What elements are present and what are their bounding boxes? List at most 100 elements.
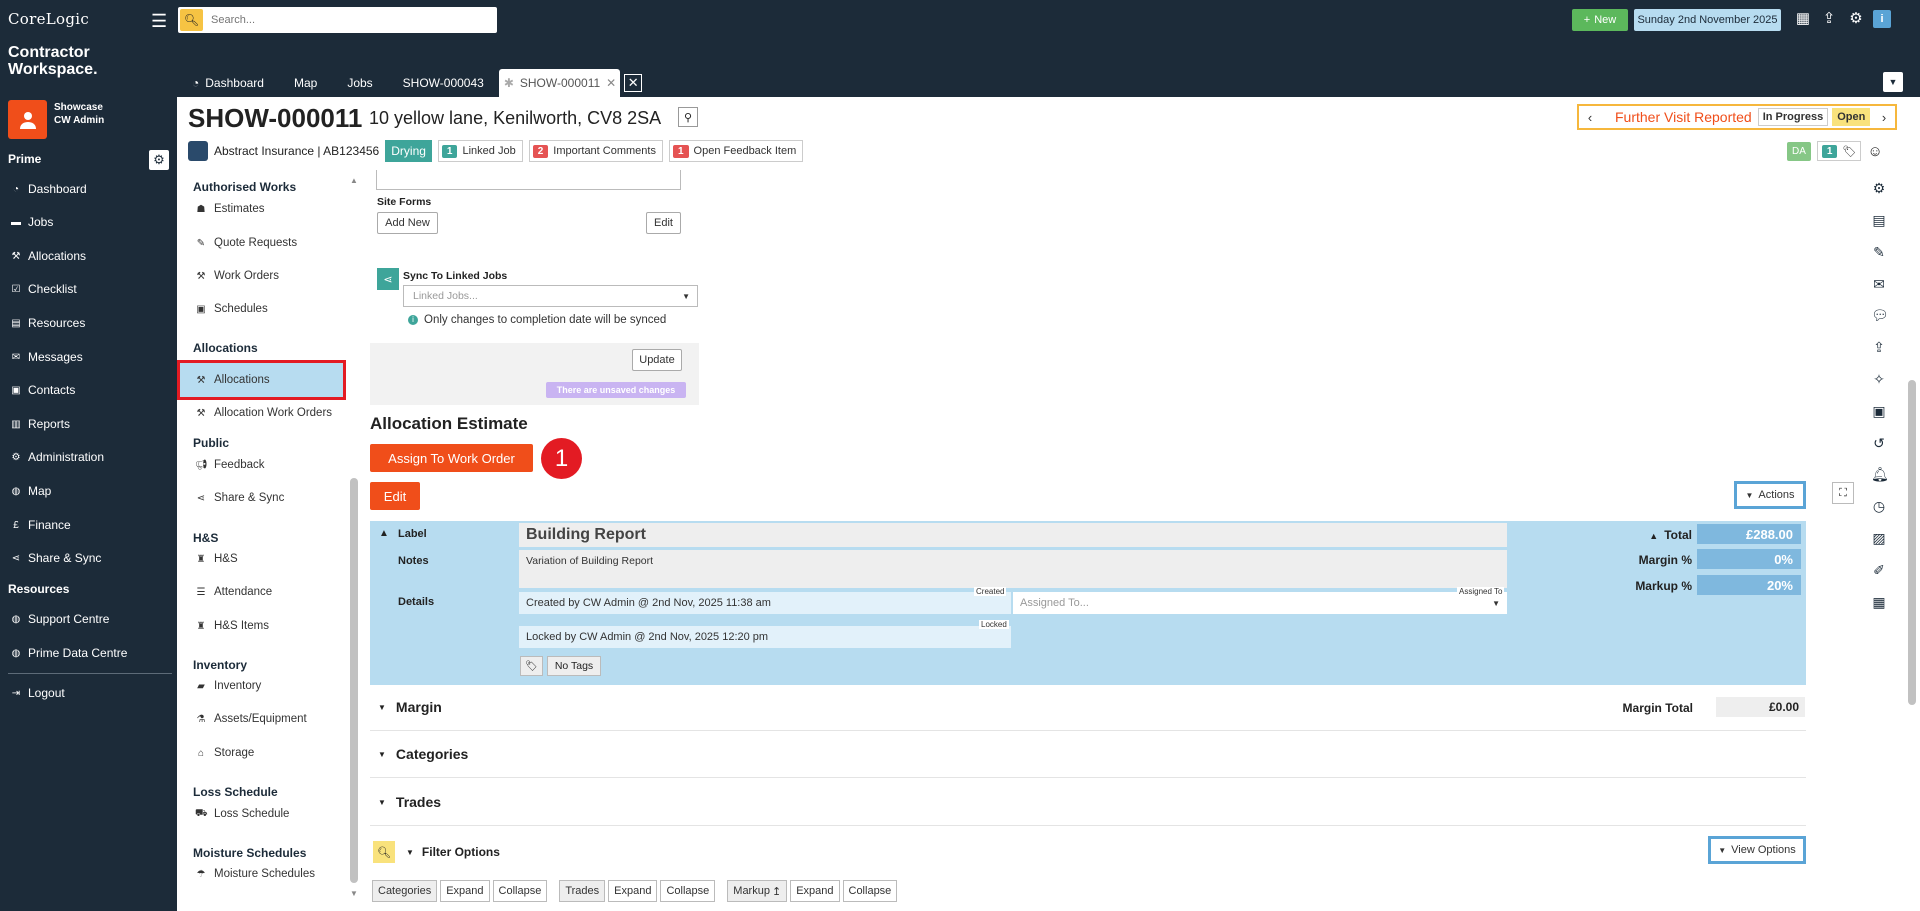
- subnav-item-allocations[interactable]: ⚒ Allocations: [177, 360, 346, 400]
- settings-gear-icon[interactable]: ⚙: [1871, 180, 1887, 196]
- subnav-item-estimates[interactable]: ☗ Estimates: [186, 195, 344, 223]
- subnav-item-share-sync[interactable]: ⋖ Share & Sync: [186, 484, 344, 512]
- label-field[interactable]: Building Report: [519, 523, 1507, 547]
- fullscreen-icon[interactable]: ⛶: [1832, 482, 1854, 504]
- tab-show-000043[interactable]: SHOW-000043: [388, 69, 499, 97]
- smiley-icon[interactable]: ☺: [1867, 143, 1882, 160]
- open-feedback-chip[interactable]: 1 Open Feedback Item: [668, 140, 804, 162]
- actions-dropdown[interactable]: ▼ Actions: [1734, 481, 1806, 509]
- collapse-caret-up-icon[interactable]: ▲: [379, 528, 389, 539]
- sidebar-item-logout[interactable]: ⇥ Logout: [0, 680, 177, 706]
- assigned-to-select[interactable]: Assigned To... ▼: [1013, 592, 1507, 614]
- info-icon[interactable]: i: [1873, 10, 1891, 28]
- user-initials-badge[interactable]: DA: [1787, 141, 1811, 161]
- next-status-chevron-icon[interactable]: ›: [1873, 106, 1895, 128]
- calendar-icon[interactable]: ▦: [1794, 10, 1812, 28]
- subnav-item-hs[interactable]: ♜ H&S: [186, 545, 344, 573]
- comments-icon[interactable]: 💬︎: [1871, 307, 1889, 323]
- sidebar-item-allocations[interactable]: ⚒ Allocations: [0, 243, 177, 269]
- settings-gear-icon[interactable]: ⚙: [1847, 10, 1865, 28]
- tab-close-icon[interactable]: ✕: [606, 76, 616, 90]
- sidebar-item-support-centre[interactable]: ◍ Support Centre: [0, 606, 177, 632]
- categories-section-header[interactable]: ▼ Categories: [370, 731, 1806, 778]
- search-input[interactable]: [211, 14, 481, 26]
- sidebar-item-resources[interactable]: ▤ Resources: [0, 310, 177, 336]
- subnav-item-schedules[interactable]: ▣ Schedules: [186, 295, 344, 323]
- history-icon[interactable]: ↺: [1871, 435, 1887, 451]
- sidebar-item-map[interactable]: ◍ Map: [0, 478, 177, 504]
- clock-icon[interactable]: ◷: [1871, 498, 1887, 514]
- image-icon[interactable]: ▨: [1871, 530, 1887, 546]
- upload-icon[interactable]: ⇪: [1820, 10, 1838, 28]
- prev-status-chevron-icon[interactable]: ‹: [1579, 106, 1601, 128]
- textarea-partial[interactable]: [376, 170, 681, 190]
- linked-job-chip[interactable]: 1 Linked Job: [437, 140, 523, 162]
- sidebar-item-contacts[interactable]: ▣ Contacts: [0, 377, 177, 403]
- new-button[interactable]: + New: [1572, 9, 1628, 31]
- magic-wand-icon[interactable]: ✧: [1871, 371, 1887, 387]
- tag-icon[interactable]: 🏷︎: [520, 656, 543, 676]
- global-search[interactable]: 🔍︎: [178, 7, 497, 33]
- upload-icon[interactable]: ⇪: [1871, 339, 1887, 355]
- margin-percent-value[interactable]: 0%: [1697, 549, 1801, 569]
- bell-icon[interactable]: 🔔︎: [1871, 466, 1889, 482]
- sidebar-item-checklist[interactable]: ☑ Checklist: [0, 276, 177, 302]
- linked-jobs-select[interactable]: Linked Jobs... ▼: [403, 285, 698, 307]
- filter-options-toggle[interactable]: ▼ Filter Options: [406, 845, 500, 859]
- margin-section-header[interactable]: ▼ Margin: [370, 684, 1806, 731]
- hamburger-menu-icon[interactable]: ☰: [151, 11, 167, 32]
- view-options-dropdown[interactable]: ▼ View Options: [1708, 836, 1806, 864]
- map-pin-icon[interactable]: ⚲: [678, 107, 698, 127]
- subnav-item-moisture-schedules[interactable]: ☂ Moisture Schedules: [186, 860, 344, 888]
- subnav-item-hs-items[interactable]: ♜ H&S Items: [186, 612, 344, 640]
- sidebar-item-messages[interactable]: ✉ Messages: [0, 344, 177, 370]
- scroll-up-icon[interactable]: ▲: [350, 176, 358, 185]
- subnav-scrollbar[interactable]: ▲ ▼: [350, 176, 358, 901]
- tags-count-chip[interactable]: 1 🏷︎: [1816, 141, 1862, 161]
- markup-collapse-button[interactable]: Collapse: [842, 880, 898, 902]
- markup-percent-value[interactable]: 20%: [1697, 575, 1801, 595]
- trades-section-header[interactable]: ▼ Trades: [370, 779, 1806, 826]
- categories-collapse-button[interactable]: Collapse: [492, 880, 548, 902]
- brush-icon[interactable]: ✐: [1871, 562, 1887, 578]
- search-icon[interactable]: 🔍︎: [180, 9, 203, 31]
- scroll-thumb[interactable]: [350, 478, 358, 883]
- sidebar-item-finance[interactable]: £ Finance: [0, 512, 177, 538]
- filter-search-icon[interactable]: 🔍︎: [373, 841, 395, 863]
- date-display[interactable]: Sunday 2nd November 2025: [1634, 9, 1781, 31]
- tab-jobs[interactable]: Jobs: [332, 69, 387, 97]
- assign-to-work-order-button[interactable]: Assign To Work Order: [370, 444, 533, 472]
- main-scroll-thumb[interactable]: [1908, 380, 1916, 705]
- stage-badge[interactable]: Drying: [385, 140, 432, 162]
- tabs-dropdown-icon[interactable]: ▼: [1883, 72, 1903, 92]
- caret-up-icon[interactable]: ▲: [1649, 531, 1658, 541]
- close-all-tabs-icon[interactable]: ✕: [624, 74, 643, 92]
- scroll-down-icon[interactable]: ▼: [350, 889, 358, 898]
- sidebar-settings-gear-icon[interactable]: ⚙: [149, 150, 169, 170]
- contact-card-icon[interactable]: ▣: [1871, 403, 1887, 419]
- sidebar-item-reports[interactable]: ▥ Reports: [0, 411, 177, 437]
- calculator-icon[interactable]: ▦: [1871, 594, 1887, 610]
- add-new-button[interactable]: Add New: [377, 212, 438, 234]
- tab-dashboard[interactable]: ◔ Dashboard: [177, 69, 279, 97]
- update-button[interactable]: Update: [632, 349, 682, 371]
- trades-collapse-button[interactable]: Collapse: [660, 880, 716, 902]
- sidebar-item-administration[interactable]: ⚙ Administration: [0, 444, 177, 470]
- subnav-item-feedback[interactable]: 📢︎ Feedback: [186, 451, 344, 479]
- notes-field[interactable]: Variation of Building Report: [519, 550, 1507, 588]
- sidebar-item-share-sync[interactable]: ⋖ Share & Sync: [0, 545, 177, 571]
- avatar[interactable]: [8, 100, 47, 139]
- sidebar-item-prime-data-centre[interactable]: ◍ Prime Data Centre: [0, 640, 177, 666]
- estimate-edit-button[interactable]: Edit: [370, 482, 420, 510]
- trades-expand-button[interactable]: Expand: [608, 880, 658, 902]
- subnav-item-inventory[interactable]: ▰ Inventory: [186, 672, 344, 700]
- sidebar-item-dashboard[interactable]: ◔ Dashboard: [0, 176, 177, 202]
- subnav-item-loss-schedule[interactable]: ⛟ Loss Schedule: [186, 800, 344, 828]
- subnav-item-quote-requests[interactable]: ✎ Quote Requests: [186, 229, 344, 257]
- tab-map[interactable]: Map: [279, 69, 332, 97]
- tab-show-000011[interactable]: ✱ SHOW-000011 ✕: [498, 69, 621, 97]
- categories-expand-button[interactable]: Expand: [440, 880, 490, 902]
- important-comments-chip[interactable]: 2 Important Comments: [528, 140, 663, 162]
- subnav-item-storage[interactable]: ⌂ Storage: [186, 739, 344, 767]
- site-forms-edit-button[interactable]: Edit: [646, 212, 681, 234]
